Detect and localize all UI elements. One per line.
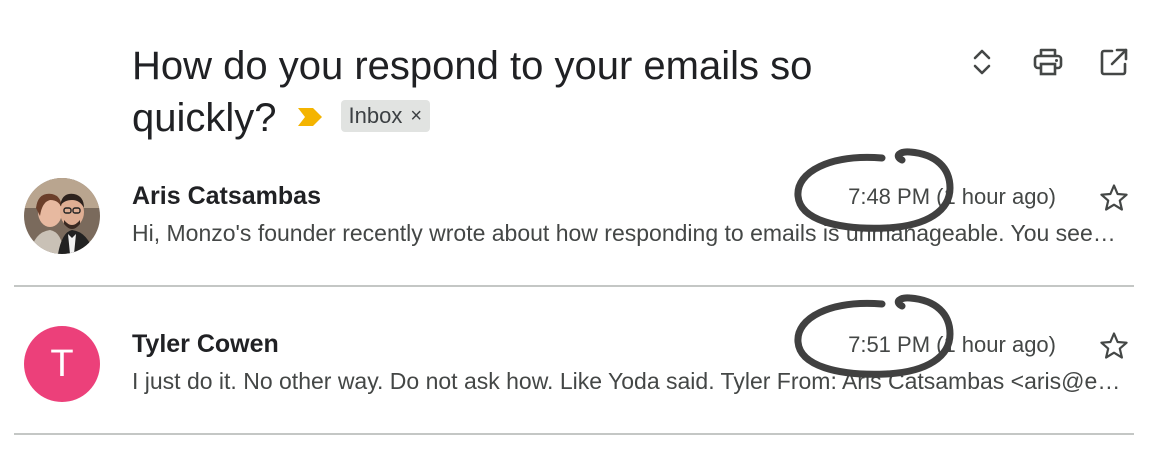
expand-collapse-icon[interactable] [966,46,998,78]
message-item[interactable]: T Tyler Cowen 7:51 PM (1 hour ago) I jus… [0,318,1168,428]
email-thread-view: How do you respond to your emails so qui… [0,0,1168,460]
subject-line-1: How do you respond to your emails so [132,44,813,88]
subject-line-2-wrap: quickly? Inbox × [132,92,892,144]
label-chip-text: Inbox [348,103,403,129]
message-timestamp[interactable]: 7:48 PM (1 hour ago) [848,184,1056,210]
message-timestamp[interactable]: 7:51 PM (1 hour ago) [848,332,1056,358]
sender-name[interactable]: Aris Catsambas [132,182,321,211]
open-in-new-window-icon[interactable] [1098,46,1130,78]
thread-subject: How do you respond to your emails so qui… [132,40,892,144]
subject-line-2: quickly? [132,96,277,140]
message-snippet[interactable]: I just do it. No other way. Do not ask h… [132,368,1130,395]
message-item[interactable]: Aris Catsambas 7:48 PM (1 hour ago) Hi, … [0,170,1168,280]
importance-marker-icon[interactable] [297,107,323,127]
star-icon[interactable] [1098,182,1130,214]
thread-toolbar [966,46,1130,78]
sender-avatar-initial[interactable]: T [24,326,100,402]
divider [14,433,1134,435]
message-snippet[interactable]: Hi, Monzo's founder recently wrote about… [132,220,1130,247]
sender-avatar-photo[interactable] [24,178,100,254]
label-chip-inbox: Inbox × [340,100,431,133]
star-icon[interactable] [1098,330,1130,362]
remove-label-icon[interactable]: × [410,100,422,132]
sender-name[interactable]: Tyler Cowen [132,330,279,359]
divider [14,285,1134,287]
print-icon[interactable] [1032,46,1064,78]
